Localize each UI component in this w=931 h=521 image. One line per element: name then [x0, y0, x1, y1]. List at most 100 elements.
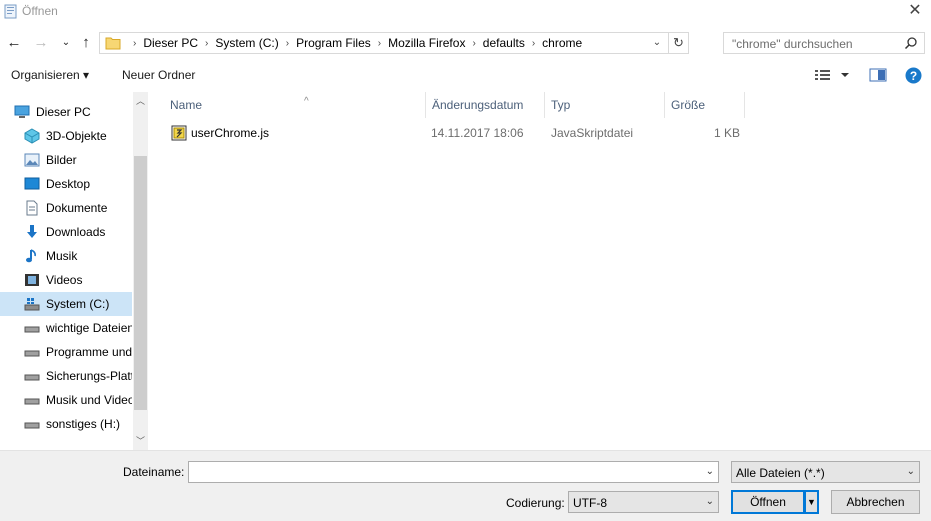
scroll-up-button[interactable]: ︿ [133, 94, 148, 108]
close-button[interactable]: ✕ [901, 0, 929, 22]
nav-item-pictures[interactable]: Bilder [24, 148, 148, 172]
preview-pane-button[interactable] [869, 67, 887, 86]
breadcrumb-item[interactable]: Dieser PC [143, 36, 198, 50]
drive-icon [24, 326, 40, 333]
nav-item-drive[interactable]: Sicherungs-Platt [24, 364, 132, 388]
breadcrumb-separator[interactable]: › [279, 38, 296, 49]
recent-locations-button[interactable]: ⌄ [56, 32, 76, 54]
back-button[interactable]: ← [4, 32, 24, 54]
file-type-value: Alle Dateien (*.*) [736, 466, 825, 480]
chevron-down-icon[interactable]: ⌄ [706, 466, 714, 477]
nav-item-label: Dieser PC [36, 105, 91, 119]
nav-item-documents[interactable]: Dokumente [24, 196, 148, 220]
breadcrumb-item[interactable]: System (C:) [215, 36, 278, 50]
breadcrumb-separator: › [133, 37, 137, 49]
breadcrumb-item[interactable]: Mozilla Firefox [388, 36, 465, 50]
title-bar: Öffnen ✕ [0, 0, 931, 24]
arrow-left-icon: ← [6, 34, 22, 51]
nav-item-drive[interactable]: sonstiges (H:) [24, 412, 132, 436]
column-header-label: Name [170, 98, 203, 112]
bottom-panel: Dateiname: ⌄ Alle Dateien (*.*) ⌄ Codier… [0, 450, 931, 521]
nav-item-drive[interactable]: Musik und Video [24, 388, 132, 412]
drive-icon [24, 350, 40, 357]
column-header-label: Größe [671, 98, 706, 112]
nav-item-label: Musik und Video [46, 393, 132, 407]
nav-item-desktop[interactable]: Desktop [24, 172, 148, 196]
view-options-button[interactable] [815, 67, 851, 86]
new-folder-button[interactable]: Neuer Ordner [122, 68, 195, 82]
desktop-icon [24, 177, 40, 190]
breadcrumb-item[interactable]: defaults [483, 36, 525, 50]
window-title: Öffnen [22, 4, 58, 18]
nav-item-downloads[interactable]: Downloads [24, 220, 148, 244]
help-button[interactable]: ? [905, 67, 922, 87]
column-header-date[interactable]: Änderungsdatum [426, 92, 545, 118]
arrow-right-icon: → [33, 34, 49, 51]
nav-item-label: sonstiges (H:) [46, 417, 121, 431]
nav-scrollbar[interactable]: ︿ ﹀ [133, 92, 148, 450]
chevron-up-icon: ︿ [135, 96, 145, 106]
open-options-button[interactable]: ▼ [804, 490, 819, 514]
nav-item-label: Downloads [46, 225, 106, 239]
sort-ascending-icon: ^ [304, 96, 309, 107]
system-drive-icon [24, 298, 40, 311]
file-type-select[interactable]: Alle Dateien (*.*) ⌄ [731, 461, 920, 483]
3d-objects-icon [24, 128, 40, 144]
column-header-type[interactable]: Typ [545, 92, 665, 118]
file-size: 1 KB [714, 126, 741, 140]
address-bar[interactable]: › Dieser PC › System (C:) › Program File… [99, 32, 689, 54]
organize-button[interactable]: Organisieren ▾ [11, 68, 89, 82]
scroll-down-button[interactable]: ﹀ [133, 434, 148, 448]
chevron-down-icon: ⌄ [906, 466, 915, 477]
dialog-icon [4, 4, 17, 19]
forward-button[interactable]: → [31, 32, 51, 54]
file-date: 14.11.2017 18:06 [431, 126, 524, 140]
videos-icon [25, 274, 39, 286]
nav-item-3d-objects[interactable]: 3D-Objekte [24, 124, 148, 148]
nav-item-music[interactable]: Musik [24, 244, 148, 268]
address-dropdown-button[interactable]: ⌄ [648, 33, 666, 53]
up-button[interactable]: ↑ [76, 32, 96, 54]
nav-item-label: Sicherungs-Platt [46, 369, 132, 383]
nav-item-label: Bilder [46, 153, 77, 167]
cancel-button[interactable]: Abbrechen [831, 490, 920, 514]
nav-item-label: Musik [46, 249, 78, 263]
breadcrumb-separator[interactable]: › [465, 38, 482, 49]
breadcrumb-separator[interactable]: › [525, 38, 542, 49]
refresh-button[interactable]: ↻ [668, 33, 688, 53]
chevron-down-icon: ⌄ [705, 496, 714, 507]
chevron-down-icon: ﹀ [135, 436, 145, 446]
breadcrumb-separator[interactable]: › [198, 38, 215, 49]
search-placeholder: "chrome" durchsuchen [732, 37, 853, 51]
nav-item-drive[interactable]: wichtige Dateien [24, 316, 132, 340]
nav-item-drive[interactable]: Programme und [24, 340, 132, 364]
open-button[interactable]: Öffnen [731, 490, 805, 514]
navigation-pane: Dieser PC 3D-Objekte Bilder Desktop Doku… [0, 92, 148, 450]
pictures-icon [24, 153, 40, 167]
column-header-size[interactable]: Größe [665, 92, 745, 118]
drive-icon [24, 398, 40, 405]
folder-icon [105, 37, 121, 50]
nav-item-label: System (C:) [46, 297, 110, 311]
dropdown-arrow-icon: ▼ [807, 497, 816, 507]
close-icon: ✕ [908, 2, 922, 19]
encoding-select[interactable]: UTF-8 ⌄ [568, 491, 719, 513]
column-header-name[interactable]: Name ^ [164, 92, 426, 118]
chevron-down-icon: ⌄ [61, 37, 71, 48]
file-type: JavaSkriptdatei [551, 126, 634, 140]
refresh-icon: ↻ [673, 35, 684, 50]
scroll-thumb[interactable] [134, 156, 147, 410]
search-icon [904, 37, 917, 50]
breadcrumb-item[interactable]: chrome [542, 36, 582, 50]
table-row[interactable]: userChrome.js 14.11.2017 18:06 JavaSkrip… [165, 122, 745, 144]
search-input[interactable]: "chrome" durchsuchen [723, 32, 925, 54]
filename-field[interactable]: ⌄ [188, 461, 719, 483]
view-list-icon [815, 70, 849, 80]
nav-item-system-drive[interactable]: System (C:) [0, 292, 132, 316]
breadcrumb-item[interactable]: Program Files [296, 36, 371, 50]
nav-item-videos[interactable]: Videos [24, 268, 148, 292]
breadcrumb-separator[interactable]: › [371, 38, 388, 49]
nav-item-this-pc[interactable]: Dieser PC [14, 100, 146, 124]
column-header-label: Typ [551, 98, 571, 112]
chevron-down-icon: ⌄ [652, 37, 662, 48]
